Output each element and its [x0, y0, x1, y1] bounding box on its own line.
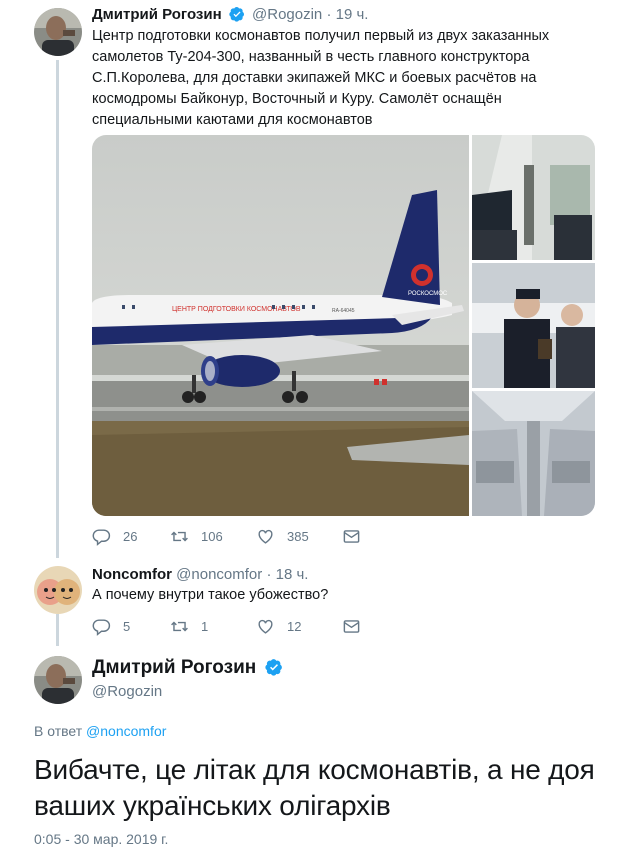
thread-line-bottom — [56, 614, 59, 646]
tweet-2-time[interactable]: 18 ч. — [276, 566, 309, 583]
reply-count: 26 — [123, 529, 138, 544]
tweet-2-author-name[interactable]: Noncomfor — [92, 566, 172, 583]
tweet-2-separator: · — [266, 566, 272, 583]
thread-line-top — [56, 60, 59, 558]
direct-message-icon — [343, 620, 360, 633]
reply-prefix: В ответ — [34, 723, 83, 739]
crew-photo[interactable] — [472, 263, 595, 388]
avatar-rogozin[interactable] — [34, 8, 82, 56]
reply-context: В ответ @noncomfor — [34, 723, 166, 739]
retweet-button[interactable]: 1 — [170, 617, 256, 636]
retweet-count: 106 — [201, 529, 223, 544]
reply-icon — [92, 619, 111, 636]
direct-message-button[interactable] — [342, 617, 373, 636]
main-tweet-author-name[interactable]: Дмитрий Рогозин — [92, 657, 256, 678]
retweet-count: 1 — [201, 619, 209, 634]
fuselage-text: ЦЕНТР ПОДГОТОВКИ КОСМОНАВТОВ — [172, 306, 301, 313]
main-tweet-handle[interactable]: @Rogozin — [92, 683, 162, 700]
tail-text: РОСКОСМОС — [408, 291, 448, 297]
cabin-photo-2[interactable] — [472, 391, 595, 516]
main-tweet-author: Дмитрий Рогозин — [92, 657, 286, 679]
like-count: 385 — [287, 529, 309, 544]
tweet-1-separator: · — [326, 6, 332, 23]
avatar-rogozin-main[interactable] — [34, 656, 82, 704]
retweet-icon — [171, 621, 188, 632]
direct-message-icon — [343, 530, 360, 543]
like-button[interactable]: 385 — [256, 527, 342, 546]
main-tweet-timestamp[interactable]: 0:05 - 30 мар. 2019 г. — [34, 831, 168, 847]
retweet-icon — [171, 531, 188, 542]
reply-count: 5 — [123, 619, 131, 634]
tweet-1-time[interactable]: 19 ч. — [336, 6, 369, 23]
verified-badge-icon — [229, 7, 244, 22]
tweet-1-actions: 26 106 385 — [92, 527, 373, 546]
like-count: 12 — [287, 619, 302, 634]
tweet-1-text: Центр подготовки космонавтов получил пер… — [92, 28, 550, 128]
like-button[interactable]: 12 — [256, 617, 342, 636]
avatar-noncomfor[interactable] — [34, 566, 82, 614]
cabin-photo-1[interactable] — [472, 135, 595, 260]
tweet-1-header: Дмитрий Рогозин @Rogozin · 19 ч. — [92, 6, 368, 24]
tweet-2-header: Noncomfor @noncomfor · 18 ч. — [92, 566, 308, 584]
tweet-1-handle[interactable]: @Rogozin — [252, 6, 322, 23]
like-icon — [258, 529, 273, 544]
tweet-2-text: А почему внутри такое убожество? — [92, 587, 329, 603]
registration-text: RA-64045 — [332, 308, 355, 314]
like-icon — [258, 619, 273, 634]
retweet-button[interactable]: 106 — [170, 527, 256, 546]
tweet-2-actions: 5 1 12 — [92, 617, 373, 636]
tweet-1-media: РОСКОСМОС ЦЕНТР ПОДГОТОВКИ КОСМОНАВТОВ С… — [92, 135, 595, 516]
tweet-2-handle[interactable]: @noncomfor — [176, 566, 262, 583]
direct-message-button[interactable] — [342, 527, 373, 546]
nose-text: Сергей Королев — [110, 325, 144, 331]
main-tweet-text: Вибачте, це літак для космонавтів, а не … — [34, 754, 595, 821]
aircraft-photo[interactable]: РОСКОСМОС ЦЕНТР ПОДГОТОВКИ КОСМОНАВТОВ С… — [92, 135, 469, 516]
tweet-1-author-name[interactable]: Дмитрий Рогозин — [92, 6, 222, 23]
reply-to-link[interactable]: @noncomfor — [86, 723, 166, 739]
verified-badge-icon — [264, 659, 282, 676]
reply-icon — [92, 529, 111, 546]
reply-button[interactable]: 26 — [92, 527, 170, 546]
reply-button[interactable]: 5 — [92, 617, 170, 636]
